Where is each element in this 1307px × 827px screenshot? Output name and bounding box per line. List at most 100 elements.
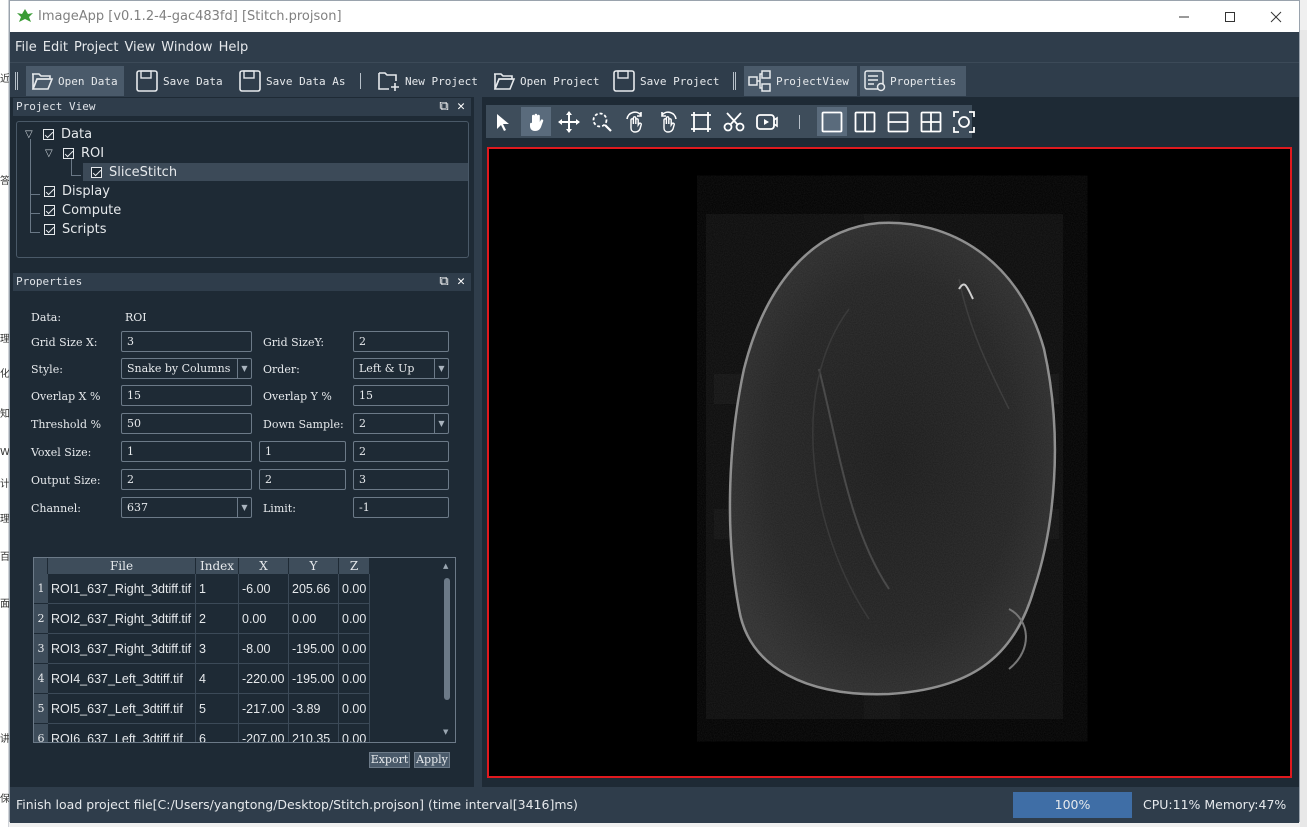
table-cell[interactable]: -8.00 xyxy=(239,634,289,664)
voxel-size-y-field[interactable]: 1 xyxy=(259,441,346,462)
rotate-tool-button[interactable] xyxy=(620,107,650,136)
close-window-button[interactable] xyxy=(1253,1,1299,32)
save-data-button[interactable]: Save Data xyxy=(131,66,227,96)
save-project-button[interactable]: Save Project xyxy=(608,66,723,96)
table-cell[interactable]: 5 xyxy=(196,694,239,724)
menu-file[interactable]: File xyxy=(15,40,37,55)
down-sample-select[interactable]: 2 ▼ xyxy=(353,413,449,434)
open-data-button[interactable]: Open Data xyxy=(26,66,124,96)
table-scrollbar[interactable]: ▲ ▼ xyxy=(441,560,453,740)
table-cell[interactable]: 0.00 xyxy=(339,634,370,664)
output-size-z-field[interactable]: 3 xyxy=(353,469,449,490)
maximize-button[interactable] xyxy=(1207,1,1253,32)
column-header-z[interactable]: Z xyxy=(339,558,370,574)
image-viewport[interactable] xyxy=(487,147,1292,778)
table-cell[interactable]: ROI1_637_Right_3dtiff.tif xyxy=(48,574,196,604)
zoom-tool-button[interactable] xyxy=(587,107,617,136)
order-select[interactable]: Left & Up ▼ xyxy=(353,358,449,379)
overlap-y-field[interactable]: 15 xyxy=(353,385,449,406)
table-cell[interactable]: 210.35 xyxy=(289,724,339,742)
table-cell[interactable]: 1 xyxy=(196,574,239,604)
pan-tool-button[interactable] xyxy=(521,107,551,136)
rotate-3d-tool-button[interactable] xyxy=(653,107,683,136)
table-cell[interactable]: ROI4_637_Left_3dtiff.tif xyxy=(48,664,196,694)
table-cell[interactable]: ROI3_637_Right_3dtiff.tif xyxy=(48,634,196,664)
table-cell[interactable]: ROI6_637_Left_3dtiff.tif xyxy=(48,724,196,742)
record-tool-button[interactable] xyxy=(752,107,782,136)
row-number[interactable]: 2 xyxy=(34,604,48,634)
table-cell[interactable]: 3 xyxy=(196,634,239,664)
chevron-down-icon[interactable]: ▽ xyxy=(25,129,37,140)
checkbox[interactable] xyxy=(44,223,55,235)
table-cell[interactable]: -195.00 xyxy=(289,634,339,664)
checkbox[interactable] xyxy=(44,204,55,216)
toolbar-grip[interactable] xyxy=(15,72,18,90)
row-number[interactable]: 1 xyxy=(34,574,48,604)
row-number[interactable]: 3 xyxy=(34,634,48,664)
limit-field[interactable]: -1 xyxy=(353,497,449,518)
table-cell[interactable]: 0.00 xyxy=(339,664,370,694)
layout-columns-button[interactable] xyxy=(850,107,880,136)
checkbox[interactable] xyxy=(43,128,54,140)
table-cell[interactable]: ROI5_637_Left_3dtiff.tif xyxy=(48,694,196,724)
table-cell[interactable]: 6 xyxy=(196,724,239,742)
apply-button[interactable]: Apply xyxy=(414,752,450,768)
properties-button[interactable]: Properties xyxy=(860,66,966,96)
tree-item-data[interactable]: ▽ Data xyxy=(25,125,92,143)
float-panel-icon[interactable]: ⧉ xyxy=(437,99,451,115)
layout-single-button[interactable] xyxy=(817,107,847,136)
row-number[interactable]: 6 xyxy=(34,724,48,742)
style-select[interactable]: Snake by Columns ▼ xyxy=(121,358,252,379)
column-header-x[interactable]: X xyxy=(239,558,289,574)
table-cell[interactable]: 4 xyxy=(196,664,239,694)
close-panel-icon[interactable]: ✕ xyxy=(454,99,468,115)
grid-size-x-field[interactable]: 3 xyxy=(121,331,252,352)
table-cell[interactable]: 0.00 xyxy=(339,724,370,742)
row-number[interactable]: 5 xyxy=(34,694,48,724)
scrollbar-thumb[interactable] xyxy=(444,578,450,700)
select-tool-button[interactable] xyxy=(488,107,518,136)
table-cell[interactable]: -195.00 xyxy=(289,664,339,694)
layout-grid-button[interactable] xyxy=(916,107,946,136)
menu-project[interactable]: Project xyxy=(74,40,118,55)
open-project-button[interactable]: Open Project xyxy=(488,66,603,96)
channel-select[interactable]: 637 ▼ xyxy=(121,497,252,518)
table-cell[interactable]: -3.89 xyxy=(289,694,339,724)
column-header-y[interactable]: Y xyxy=(289,558,339,574)
close-panel-icon[interactable]: ✕ xyxy=(454,274,468,290)
scroll-up-icon[interactable]: ▲ xyxy=(443,562,448,570)
menu-edit[interactable]: Edit xyxy=(43,40,68,55)
minimize-button[interactable] xyxy=(1161,1,1207,32)
menu-window[interactable]: Window xyxy=(161,40,212,55)
checkbox[interactable] xyxy=(63,147,74,159)
project-view-button[interactable]: ProjectView xyxy=(744,66,857,96)
export-button[interactable]: Export xyxy=(369,752,410,768)
tree-item-display[interactable]: Display xyxy=(44,182,110,200)
table-cell[interactable]: -220.00 xyxy=(239,664,289,694)
checkbox[interactable] xyxy=(91,166,102,178)
toolbar-grip[interactable] xyxy=(733,72,736,90)
threshold-field[interactable]: 50 xyxy=(121,413,252,434)
table-cell[interactable]: 0.00 xyxy=(289,604,339,634)
table-cell[interactable]: -207.00 xyxy=(239,724,289,742)
layout-rows-button[interactable] xyxy=(883,107,913,136)
checkbox[interactable] xyxy=(44,185,55,197)
table-cell[interactable]: 205.66 xyxy=(289,574,339,604)
menu-help[interactable]: Help xyxy=(219,40,249,55)
row-number[interactable]: 4 xyxy=(34,664,48,694)
overlap-x-field[interactable]: 15 xyxy=(121,385,252,406)
tree-item-slicestitch[interactable]: SliceStitch xyxy=(83,163,468,181)
table-cell[interactable]: -217.00 xyxy=(239,694,289,724)
chevron-down-icon[interactable]: ▽ xyxy=(45,148,57,159)
table-cell[interactable]: 0.00 xyxy=(339,574,370,604)
grid-size-y-field[interactable]: 2 xyxy=(353,331,449,352)
table-cell[interactable]: -6.00 xyxy=(239,574,289,604)
cut-tool-button[interactable] xyxy=(719,107,749,136)
tree-item-roi[interactable]: ▽ ROI xyxy=(45,144,104,162)
output-size-y-field[interactable]: 2 xyxy=(259,469,346,490)
table-cell[interactable]: 2 xyxy=(196,604,239,634)
float-panel-icon[interactable]: ⧉ xyxy=(437,274,451,290)
new-project-button[interactable]: New Project xyxy=(373,66,482,96)
scroll-down-icon[interactable]: ▼ xyxy=(443,728,448,736)
output-size-x-field[interactable]: 2 xyxy=(121,469,252,490)
